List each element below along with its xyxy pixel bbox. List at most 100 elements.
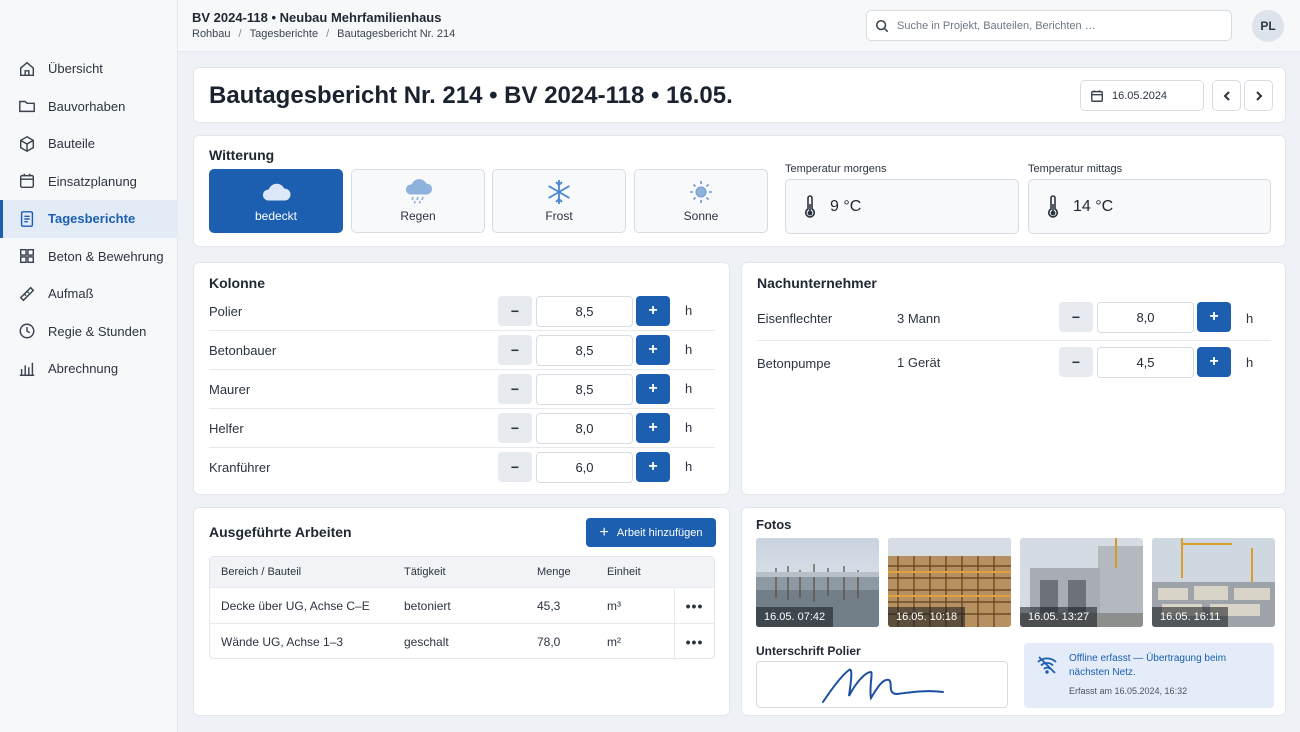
subcontractor-card: Nachunternehmer Eisenflechter 3 Mann − 8…	[741, 262, 1286, 495]
crew-row-betonbauer: Betonbauer − 8,5 + h	[209, 331, 715, 370]
column-header: Bereich / Bauteil	[221, 566, 302, 578]
increment-button[interactable]: +	[636, 296, 670, 326]
photo-thumbnail[interactable]: 16.05. 16:11	[1152, 538, 1275, 627]
chevron-left-icon	[1223, 90, 1230, 101]
decrement-button[interactable]: −	[498, 413, 532, 443]
sidebar-item-abrechnung[interactable]: Abrechnung	[0, 350, 178, 388]
temp-morning-field[interactable]: 9 °C	[785, 179, 1019, 234]
table-row[interactable]: Decke über UG, Achse C–E betoniert 45,3 …	[210, 587, 714, 624]
calendar-icon	[18, 172, 36, 190]
weather-option-frost[interactable]: Frost	[492, 169, 626, 233]
decrement-button[interactable]: −	[498, 335, 532, 365]
sidebar-item-uebersicht[interactable]: Übersicht	[0, 50, 178, 88]
plus-icon: +	[599, 523, 609, 541]
home-icon	[18, 60, 36, 78]
avatar[interactable]: PL	[1252, 10, 1284, 42]
sidebar-item-einsatzplanung[interactable]: Einsatzplanung	[0, 163, 178, 201]
temp-noon-label: Temperatur mittags	[1028, 163, 1123, 175]
unit-label: h	[685, 303, 693, 318]
crew-row-kranfuehrer: Kranführer − 6,0 + h	[209, 448, 715, 487]
hours-input[interactable]: 8,5	[536, 374, 633, 405]
temp-noon-field[interactable]: 14 °C	[1028, 179, 1271, 234]
sidebar-item-label: Aufmaß	[48, 286, 94, 302]
unit-label: h	[1246, 311, 1254, 326]
decrement-button[interactable]: −	[1059, 302, 1093, 332]
folder-icon	[18, 97, 36, 115]
sidebar-item-beton-bewehrung[interactable]: Beton & Bewehrung	[0, 238, 178, 276]
photo-thumbnail[interactable]: 16.05. 07:42	[756, 538, 879, 627]
works-table: Bereich / Bauteil Tätigkeit Menge Einhei…	[209, 556, 715, 660]
column-header: Tätigkeit	[404, 566, 446, 578]
weather-option-sonne[interactable]: Sonne	[634, 169, 768, 233]
add-work-label: Arbeit hinzufügen	[616, 526, 703, 539]
hours-input[interactable]: 6,0	[536, 452, 633, 483]
photo-thumbnail[interactable]: 16.05. 13:27	[1020, 538, 1143, 627]
sidebar-item-tagesberichte[interactable]: Tagesberichte	[0, 200, 178, 238]
hours-input[interactable]: 8,5	[536, 296, 633, 327]
sidebar-item-label: Bauvorhaben	[48, 98, 126, 114]
breadcrumb-item-current: Bautagesbericht Nr. 214	[337, 28, 456, 40]
decrement-button[interactable]: −	[1059, 347, 1093, 377]
unit-label: h	[1246, 355, 1254, 370]
increment-button[interactable]: +	[636, 374, 670, 404]
temp-morning-label: Temperatur morgens	[785, 163, 887, 175]
search-input[interactable]	[897, 19, 1217, 32]
signature-pad[interactable]	[756, 661, 1008, 708]
sidebar-item-label: Einsatzplanung	[48, 173, 137, 189]
offline-notice: Offline erfasst — Übertragung beim nächs…	[1024, 643, 1274, 708]
previous-day-button[interactable]	[1212, 80, 1241, 111]
cell-unit: m³	[607, 599, 621, 613]
more-options-icon[interactable]: •••	[674, 624, 714, 660]
thermometer-icon	[805, 194, 815, 218]
hours-input[interactable]: 4,5	[1097, 347, 1194, 378]
photo-timestamp: 16.05. 10:18	[888, 607, 966, 627]
crew-card: Kolonne Polier − 8,5 + h Betonbauer − 8,…	[193, 262, 730, 495]
decrement-button[interactable]: −	[498, 296, 532, 326]
breadcrumb-item-tagesberichte[interactable]: Tagesberichte	[250, 28, 319, 40]
increment-button[interactable]: +	[636, 413, 670, 443]
works-title: Ausgeführte Arbeiten	[209, 524, 352, 540]
increment-button[interactable]: +	[1197, 347, 1231, 377]
photo-thumbnail[interactable]: 16.05. 10:18	[888, 538, 1011, 627]
more-options-icon[interactable]: •••	[674, 588, 714, 624]
subcontractor-row-betonpumpe: Betonpumpe 1 Gerät − 4,5 + h	[757, 341, 1271, 385]
project-title: BV 2024-118 • Neubau Mehrfamilienhaus	[192, 10, 442, 25]
increment-button[interactable]: +	[1197, 302, 1231, 332]
sidebar-item-bauvorhaben[interactable]: Bauvorhaben	[0, 88, 178, 126]
photos-title: Fotos	[756, 517, 792, 532]
search-box[interactable]	[866, 10, 1232, 41]
increment-button[interactable]: +	[636, 452, 670, 482]
captured-timestamp: Erfasst am 16.05.2024, 16:32	[1069, 686, 1188, 696]
photo-timestamp: 16.05. 07:42	[756, 607, 834, 627]
breadcrumb: Rohbau / Tagesberichte / Bautagesbericht…	[192, 28, 455, 40]
sidebar-item-label: Regie & Stunden	[48, 323, 147, 339]
weather-option-bedeckt[interactable]: bedeckt	[209, 169, 343, 233]
breadcrumb-item-rohbau[interactable]: Rohbau	[192, 28, 231, 40]
sidebar-item-aufmass[interactable]: Aufmaß	[0, 275, 178, 313]
date-picker[interactable]: 16.05.2024	[1080, 80, 1204, 111]
crew-title: Kolonne	[209, 275, 265, 291]
rain-icon	[405, 179, 433, 204]
increment-button[interactable]: +	[636, 335, 670, 365]
sidebar-item-regie-stunden[interactable]: Regie & Stunden	[0, 313, 178, 351]
sidebar-nav: Übersicht Bauvorhaben Bauteile Einsatzpl…	[0, 50, 178, 388]
photo-timestamp: 16.05. 13:27	[1020, 607, 1098, 627]
table-row[interactable]: Wände UG, Achse 1–3 geschalt 78,0 m² •••	[210, 623, 714, 660]
hours-input[interactable]: 8,0	[536, 413, 633, 444]
unit-label: h	[685, 342, 693, 357]
weather-title: Witterung	[209, 147, 275, 163]
sidebar-item-bauteile[interactable]: Bauteile	[0, 125, 178, 163]
decrement-button[interactable]: −	[498, 452, 532, 482]
bar-chart-icon	[18, 360, 36, 378]
cell-quantity: 78,0	[537, 635, 561, 649]
hours-input[interactable]: 8,5	[536, 335, 633, 366]
next-day-button[interactable]	[1244, 80, 1273, 111]
subcontractor-count: 3 Mann	[897, 311, 941, 326]
search-icon	[875, 19, 889, 32]
subcontractor-name: Eisenflechter	[757, 311, 833, 326]
sidebar-item-label: Übersicht	[48, 61, 103, 77]
hours-input[interactable]: 8,0	[1097, 302, 1194, 333]
decrement-button[interactable]: −	[498, 374, 532, 404]
add-work-button[interactable]: + Arbeit hinzufügen	[586, 518, 716, 547]
weather-option-regen[interactable]: Regen	[351, 169, 485, 233]
